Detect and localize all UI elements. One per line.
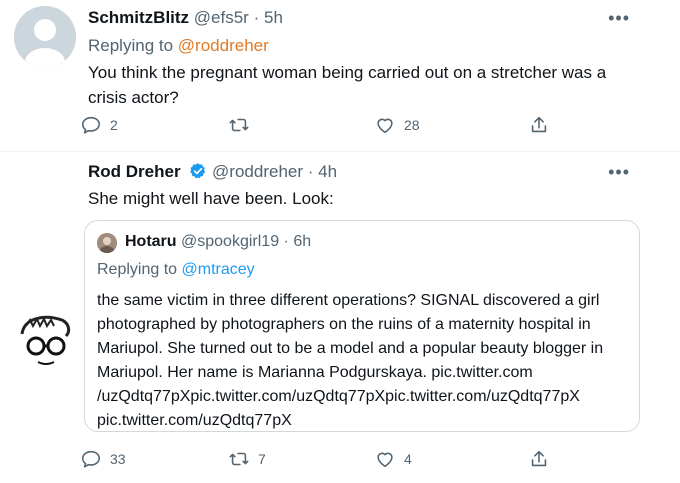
tweet-text: You think the pregnant woman being carri… [88,63,607,107]
reply-icon [81,450,101,468]
quoted-text-line: pic.twitter.com/uzQdtq77pX [97,412,292,429]
reply-count: 2 [110,117,118,133]
share-icon [531,450,547,467]
reply-button[interactable]: 33 [80,448,126,470]
replying-label: Replying to [97,261,178,278]
display-name[interactable]: Rod Dreher [88,162,181,181]
verified-badge-icon [190,163,206,179]
quoted-display-name[interactable]: Hotaru [125,233,177,250]
tweet-roddreher[interactable]: Rod Dreher @roddreher · 4h ••• She might… [0,152,680,483]
retweet-icon [229,118,249,132]
avatar[interactable] [14,6,76,68]
quoted-timestamp[interactable]: 6h [293,233,311,250]
quoted-text-line: Mariupol. She turned out to be a model a… [97,340,604,357]
quoted-avatar[interactable] [97,233,117,253]
reply-count: 33 [110,451,126,467]
quoted-text-line: the same victim in three different opera… [97,292,600,309]
separator: · [307,162,314,181]
quoted-text-line: /uzQdtq77pXpic.twitter.com/uzQdtq77pXpic… [97,388,580,405]
quoted-text-line: Mariupol. Her name is Marianna Podgurska… [97,364,533,381]
share-button[interactable] [528,448,550,470]
quoted-replying-to: Replying to @mtracey [97,261,255,279]
replying-mention-link[interactable]: @roddreher [178,36,269,55]
share-icon [531,116,547,133]
reply-button[interactable]: 2 [80,114,118,136]
retweet-button[interactable] [228,114,258,136]
quoted-handle[interactable]: @spookgirl19 [181,233,279,250]
tweet-text: She might well have been. Look: [88,189,334,208]
like-count: 28 [404,117,420,133]
more-icon[interactable]: ••• [608,162,630,183]
share-button[interactable] [528,114,550,136]
more-icon[interactable]: ••• [608,8,630,29]
retweet-count: 7 [258,451,266,467]
retweet-icon [229,452,249,466]
display-name[interactable]: SchmitzBlitz [88,8,189,27]
like-button[interactable]: 4 [374,448,412,470]
tweet-header: SchmitzBlitz @efs5r · 5h [88,8,283,28]
handle[interactable]: @efs5r [194,8,249,27]
like-icon [377,118,393,134]
replying-to: Replying to @roddreher [88,36,269,56]
like-count: 4 [404,451,412,467]
reply-icon [81,116,101,134]
tweet-schmitzblitz[interactable]: SchmitzBlitz @efs5r · 5h ••• Replying to… [0,0,680,152]
tweet-actions: 33 7 4 [80,448,600,476]
quoted-tweet[interactable]: Hotaru @spookgirl19 · 6h Replying to @mt… [84,220,640,432]
tweet-header: Rod Dreher @roddreher · 4h [88,162,337,182]
tweet-actions: 2 28 [80,114,600,142]
retweet-button[interactable]: 7 [228,448,266,470]
quoted-text-line: photographed by photographers on the rui… [97,316,591,333]
like-button[interactable]: 28 [374,114,420,136]
quoted-header: Hotaru @spookgirl19 · 6h [125,233,311,251]
timestamp[interactable]: 5h [264,8,283,27]
like-icon [377,452,393,468]
separator: · [253,8,260,27]
timestamp[interactable]: 4h [318,162,337,181]
quoted-text: the same victim in three different opera… [97,289,627,433]
separator: · [283,233,289,250]
replying-mention-link[interactable]: @mtracey [182,261,255,278]
handle[interactable]: @roddreher [212,162,303,181]
replying-label: Replying to [88,36,174,55]
avatar[interactable] [14,310,76,372]
